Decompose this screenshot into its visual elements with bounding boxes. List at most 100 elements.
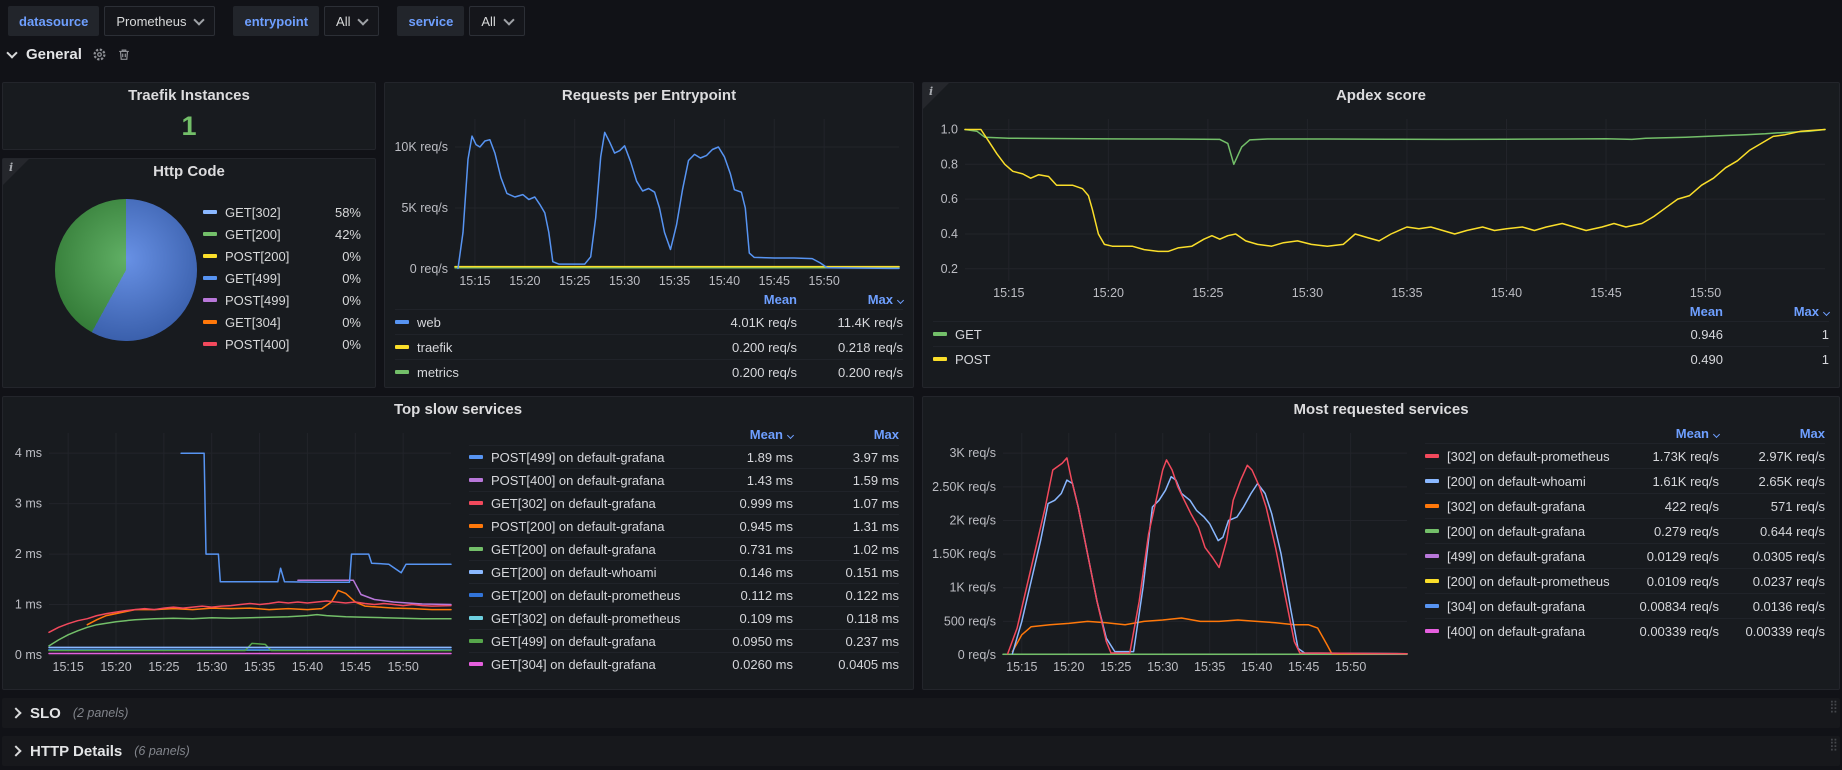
series-swatch-icon[interactable]	[1425, 579, 1439, 583]
series-label[interactable]: POST	[955, 352, 1617, 367]
series-swatch-icon[interactable]	[469, 662, 483, 666]
series-swatch-icon[interactable]	[469, 639, 483, 643]
panel-title[interactable]: Top slow services	[3, 397, 913, 423]
series-swatch-icon[interactable]	[1425, 604, 1439, 608]
series-label[interactable]: POST[200] on default-grafana	[491, 519, 687, 534]
legend-sort-max[interactable]: Max	[1723, 304, 1829, 319]
variable-select-entrypoint[interactable]: All	[324, 6, 379, 36]
series-swatch-icon[interactable]	[469, 501, 483, 505]
panel-title[interactable]: Traefik Instances	[3, 83, 375, 109]
series-swatch-icon[interactable]	[933, 357, 947, 361]
series-swatch-icon[interactable]	[203, 210, 217, 214]
series-swatch-icon[interactable]	[203, 342, 217, 346]
variable-select-service[interactable]: All	[469, 6, 524, 36]
series-label[interactable]: POST[499]	[225, 293, 325, 308]
series-swatch-icon[interactable]	[469, 593, 483, 597]
series-label[interactable]: [200] on default-prometheus	[1447, 574, 1613, 589]
series-swatch-icon[interactable]	[933, 332, 947, 336]
series-swatch-icon[interactable]	[1425, 629, 1439, 633]
series-swatch-icon[interactable]	[203, 276, 217, 280]
series-label[interactable]: GET[499]	[225, 271, 325, 286]
row-header-slo[interactable]: SLO (2 panels) ⣿	[2, 698, 1840, 728]
series-label[interactable]: GET[499] on default-grafana	[491, 634, 687, 649]
series-label[interactable]: GET[200] on default-grafana	[491, 542, 687, 557]
series-swatch-icon[interactable]	[469, 478, 483, 482]
series-label[interactable]: GET	[955, 327, 1617, 342]
series-swatch-icon[interactable]	[469, 616, 483, 620]
row-header-general[interactable]: General	[8, 42, 131, 66]
row-title[interactable]: HTTP Details	[30, 743, 122, 760]
legend-mean-value: 0.200 req/s	[691, 340, 797, 355]
series-swatch-icon[interactable]	[1425, 504, 1439, 508]
series-swatch-icon[interactable]	[395, 345, 409, 349]
series-swatch-icon[interactable]	[469, 455, 483, 459]
series-swatch-icon[interactable]	[203, 320, 217, 324]
legend-table: MeanMaxweb4.01K req/s11.4K req/straefik0…	[385, 289, 913, 384]
series-label[interactable]: [302] on default-prometheus	[1447, 449, 1613, 464]
series-swatch-icon[interactable]	[203, 232, 217, 236]
series-label[interactable]: GET[302] on default-grafana	[491, 496, 687, 511]
series-label[interactable]: [200] on default-whoami	[1447, 474, 1613, 489]
most-requested-chart[interactable]: 15:1515:2015:2515:3015:3515:4015:4515:50…	[927, 423, 1415, 675]
series-label[interactable]: [304] on default-grafana	[1447, 599, 1613, 614]
series-swatch-icon[interactable]	[395, 370, 409, 374]
series-label[interactable]: GET[302] on default-prometheus	[491, 611, 687, 626]
series-label[interactable]: [200] on default-grafana	[1447, 524, 1613, 539]
series-label[interactable]: web	[417, 315, 691, 330]
series-swatch-icon[interactable]	[469, 547, 483, 551]
series-label[interactable]: POST[400] on default-grafana	[491, 473, 687, 488]
series-label[interactable]: GET[200]	[225, 227, 325, 242]
series-swatch-icon[interactable]	[1425, 554, 1439, 558]
legend-sort-mean[interactable]: Mean	[691, 292, 797, 307]
series-label[interactable]: POST[200]	[225, 249, 325, 264]
legend-sort-max[interactable]: Max	[793, 427, 899, 442]
panel-title[interactable]: Requests per Entrypoint	[385, 83, 913, 109]
series-label[interactable]: [499] on default-grafana	[1447, 549, 1613, 564]
series-label[interactable]: POST[499] on default-grafana	[491, 450, 687, 465]
apdex-chart[interactable]: 15:1515:2015:2515:3015:3515:4015:4515:50…	[929, 109, 1833, 301]
series-label[interactable]: GET[304] on default-grafana	[491, 657, 687, 672]
svg-text:0.6: 0.6	[941, 192, 958, 206]
pie-chart[interactable]	[55, 199, 197, 341]
series-swatch-icon[interactable]	[469, 524, 483, 528]
row-title[interactable]: General	[26, 46, 82, 63]
series-label[interactable]: traefik	[417, 340, 691, 355]
series-swatch-icon[interactable]	[1425, 479, 1439, 483]
panel-title[interactable]: Http Code	[3, 159, 375, 185]
series-label[interactable]: POST[400]	[225, 337, 325, 352]
legend-sort-max[interactable]: Max	[1719, 426, 1825, 441]
drag-handle-icon[interactable]: ⣿	[1829, 700, 1836, 712]
top-slow-chart[interactable]: 15:1515:2015:2515:3015:3515:4015:4515:50…	[7, 423, 459, 675]
series-label[interactable]: GET[200] on default-whoami	[491, 565, 687, 580]
chevron-down-icon	[194, 14, 205, 25]
series-swatch-icon[interactable]	[395, 320, 409, 324]
series-swatch-icon[interactable]	[203, 254, 217, 258]
requests-chart[interactable]: 15:1515:2015:2515:3015:3515:4015:4515:50…	[391, 109, 907, 289]
series-label[interactable]: [302] on default-grafana	[1447, 499, 1613, 514]
series-swatch-icon[interactable]	[469, 570, 483, 574]
series-label[interactable]: GET[304]	[225, 315, 325, 330]
series-swatch-icon[interactable]	[1425, 454, 1439, 458]
variable-select-datasource[interactable]: Prometheus	[104, 6, 215, 36]
row-panel-count: (6 panels)	[134, 744, 190, 758]
series-label[interactable]: GET[200] on default-prometheus	[491, 588, 687, 603]
series-label[interactable]: GET[302]	[225, 205, 325, 220]
legend-sort-mean[interactable]: Mean	[1613, 426, 1719, 441]
panel-title[interactable]: Most requested services	[923, 397, 1839, 423]
legend-sort-mean[interactable]: Mean	[687, 427, 793, 442]
trash-icon[interactable]	[117, 47, 131, 62]
panel-title[interactable]: Apdex score	[923, 83, 1839, 109]
row-title[interactable]: SLO	[30, 705, 61, 722]
legend-sort-max[interactable]: Max	[797, 292, 903, 307]
legend-sort-mean[interactable]: Mean	[1617, 304, 1723, 319]
series-label[interactable]: metrics	[417, 365, 691, 380]
series-label[interactable]: [400] on default-grafana	[1447, 624, 1613, 639]
drag-handle-icon[interactable]: ⣿	[1829, 738, 1836, 750]
gear-icon[interactable]	[92, 47, 107, 62]
legend-max-value: 11.4K req/s	[797, 315, 903, 330]
row-header-http-details[interactable]: HTTP Details (6 panels) ⣿	[2, 736, 1840, 766]
series-swatch-icon[interactable]	[203, 298, 217, 302]
svg-text:15:25: 15:25	[148, 660, 179, 674]
legend-row: GET[304] on default-grafana0.0260 ms0.04…	[469, 652, 899, 675]
series-swatch-icon[interactable]	[1425, 529, 1439, 533]
